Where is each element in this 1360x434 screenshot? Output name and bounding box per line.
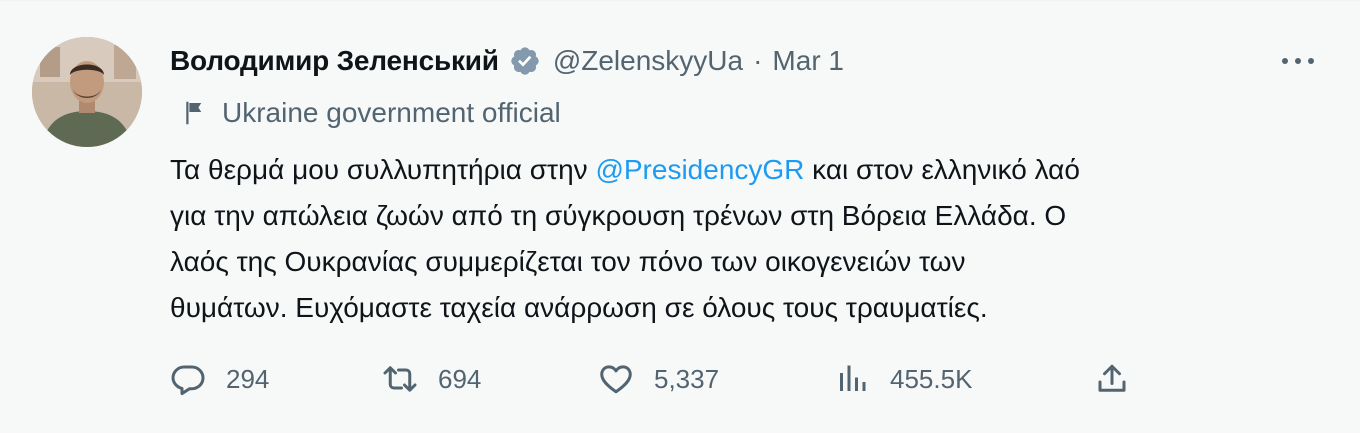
views-chart-icon — [834, 361, 870, 397]
retweet-count: 694 — [438, 363, 482, 394]
share-icon — [1094, 361, 1130, 397]
affiliation-label[interactable]: Ukraine government official — [180, 93, 561, 133]
flag-icon — [180, 98, 210, 128]
text-segment: και στον ελληνικό λαό — [804, 154, 1080, 185]
tweet-text-line: για την απώλεια ζωών από τη σύγκρουση τρ… — [170, 200, 1067, 231]
avatar[interactable] — [32, 37, 142, 147]
like-count: 5,337 — [654, 363, 720, 394]
retweet-icon — [382, 361, 418, 397]
reply-icon — [170, 361, 206, 397]
reply-button[interactable]: 294 — [170, 357, 269, 401]
tweet: Володимир Зеленський @ZelenskyyUa · Mar … — [0, 1, 1360, 434]
more-dots-icon[interactable] — [1278, 49, 1318, 73]
views-count: 455.5K — [890, 363, 973, 394]
separator-dot: · — [753, 45, 763, 76]
avatar-image — [32, 37, 142, 147]
text-segment: Τα θερμά μου συλλυπητήρια στην — [170, 154, 596, 185]
verified-badge-icon — [509, 45, 541, 77]
action-bar: 294 694 5,337 455.5K — [170, 357, 1150, 401]
author-name[interactable]: Володимир Зеленський — [170, 45, 499, 77]
tweet-text-line: λαός της Ουκρανίας συμμερίζεται τον πόνο… — [170, 246, 966, 277]
tweet-text-line: Τα θερμά μου συλλυπητήρια στην @Presiden… — [170, 147, 1320, 193]
more-dot — [1282, 58, 1288, 64]
affiliation-text: Ukraine government official — [222, 97, 561, 128]
mention-link[interactable]: @PresidencyGR — [595, 154, 804, 185]
tweet-date[interactable]: Mar 1 — [772, 45, 844, 77]
more-dot — [1308, 58, 1314, 64]
retweet-button[interactable]: 694 — [382, 357, 481, 401]
share-button[interactable] — [1094, 357, 1130, 401]
views-button[interactable]: 455.5K — [834, 357, 972, 401]
tweet-text: Τα θερμά μου συλλυπητήρια στην @Presiden… — [170, 147, 1320, 331]
author-handle[interactable]: @ZelenskyyUa — [553, 45, 743, 77]
tweet-header: Володимир Зеленський @ZelenskyyUa · Mar … — [170, 41, 844, 81]
like-button[interactable]: 5,337 — [598, 357, 719, 401]
more-dot — [1295, 58, 1301, 64]
reply-count: 294 — [226, 363, 270, 394]
tweet-text-line: θυμάτων. Ευχόμαστε ταχεία ανάρρωση σε όλ… — [170, 292, 988, 323]
heart-icon — [598, 361, 634, 397]
tweet-card[interactable]: Володимир Зеленський @ZelenskyyUa · Mar … — [0, 0, 1360, 433]
